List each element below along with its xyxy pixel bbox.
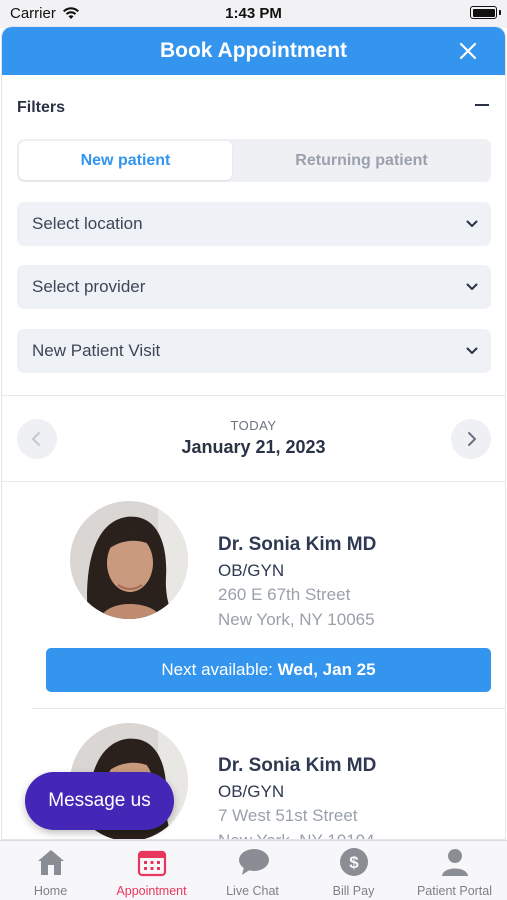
provider-address-line2: New York, NY 10104 bbox=[218, 831, 375, 839]
tab-label: Patient Portal bbox=[416, 884, 493, 898]
message-us-button[interactable]: Message us bbox=[25, 772, 174, 830]
tab-home[interactable]: Home bbox=[0, 841, 101, 900]
chat-bubble-icon bbox=[239, 849, 269, 875]
tab-appointment[interactable]: Appointment bbox=[101, 841, 202, 900]
person-icon bbox=[442, 849, 468, 876]
segment-returning-patient[interactable]: Returning patient bbox=[234, 141, 489, 180]
chevron-right-icon bbox=[468, 432, 476, 446]
next-available-prefix: Next available: bbox=[161, 660, 273, 679]
tab-label: Bill Pay bbox=[332, 884, 375, 898]
location-select[interactable]: Select location bbox=[17, 202, 491, 246]
next-day-button[interactable] bbox=[451, 419, 491, 459]
divider bbox=[2, 481, 505, 482]
tab-bar: Home Appointment Live Chat $ Bill Pay Pa… bbox=[0, 840, 507, 900]
provider-select[interactable]: Select provider bbox=[17, 265, 491, 309]
divider bbox=[2, 395, 505, 396]
provider-address-line1: 260 E 67th Street bbox=[218, 585, 351, 604]
today-label: TODAY bbox=[230, 418, 277, 433]
tab-label: Appointment bbox=[116, 884, 187, 898]
selected-date: January 21, 2023 bbox=[181, 437, 326, 457]
close-icon[interactable] bbox=[457, 40, 479, 62]
provider-name: Dr. Sonia Kim MD bbox=[218, 755, 377, 776]
provider-specialty: OB/GYN bbox=[218, 561, 285, 580]
provider-select-value: Select provider bbox=[32, 277, 146, 296]
provider-name: Dr. Sonia Kim MD bbox=[218, 534, 377, 555]
battery-icon bbox=[470, 6, 497, 19]
battery-tip bbox=[499, 10, 501, 15]
visit-type-select[interactable]: New Patient Visit bbox=[17, 329, 491, 373]
tab-patient-portal[interactable]: Patient Portal bbox=[404, 841, 505, 900]
page-title: Book Appointment bbox=[159, 39, 348, 62]
status-time: 1:43 PM bbox=[225, 5, 282, 22]
tab-label: Home bbox=[33, 884, 68, 898]
book-appointment-sheet: Book Appointment Filters New patient Ret… bbox=[2, 27, 505, 839]
provider-address-line1: 7 West 51st Street bbox=[218, 806, 358, 825]
dollar-coin-icon: $ bbox=[340, 848, 368, 876]
collapse-filters-icon[interactable] bbox=[475, 104, 489, 106]
home-icon bbox=[38, 850, 64, 875]
provider-address-line2: New York, NY 10065 bbox=[218, 610, 375, 629]
segment-new-patient[interactable]: New patient bbox=[19, 141, 232, 180]
filters-title: Filters bbox=[17, 99, 66, 116]
status-bar: Carrier 1:43 PM bbox=[0, 0, 507, 28]
provider-avatar bbox=[70, 501, 188, 619]
chevron-down-icon bbox=[466, 283, 478, 290]
tab-live-chat[interactable]: Live Chat bbox=[202, 841, 303, 900]
tab-label: Live Chat bbox=[226, 884, 279, 898]
visit-type-select-value: New Patient Visit bbox=[32, 341, 161, 360]
provider-photo bbox=[70, 501, 188, 619]
tab-bill-pay[interactable]: $ Bill Pay bbox=[303, 841, 404, 900]
location-select-value: Select location bbox=[32, 214, 143, 233]
sheet-header: Book Appointment bbox=[2, 27, 505, 75]
patient-type-segmented-control: New patient Returning patient bbox=[17, 139, 491, 182]
next-available-button[interactable]: Next available: Wed, Jan 25 bbox=[46, 648, 491, 692]
provider-specialty: OB/GYN bbox=[218, 782, 285, 801]
calendar-icon bbox=[137, 850, 167, 877]
chevron-down-icon bbox=[466, 347, 478, 354]
divider bbox=[32, 708, 505, 709]
next-available-date: Wed, Jan 25 bbox=[277, 660, 376, 679]
chevron-down-icon bbox=[466, 220, 478, 227]
svg-text:$: $ bbox=[349, 853, 359, 872]
